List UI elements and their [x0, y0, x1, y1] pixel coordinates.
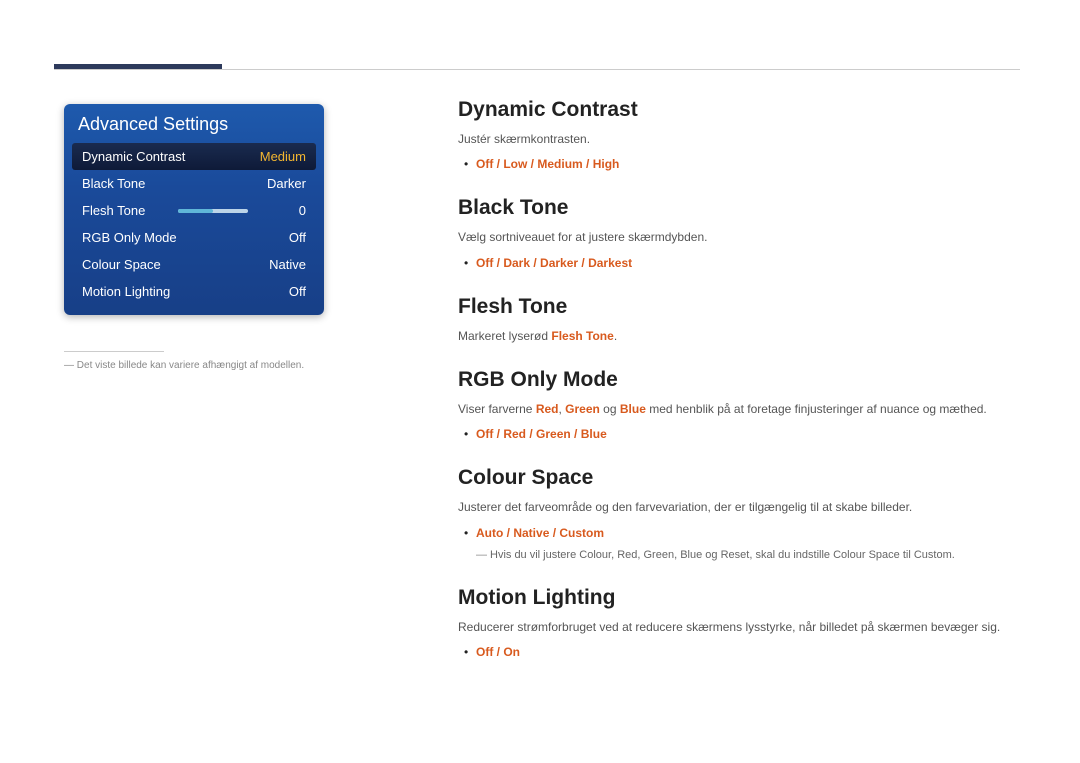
osd-row-label: Colour Space — [82, 257, 256, 272]
section-black-tone: Black Tone Vælg sortniveauet for at just… — [458, 196, 1014, 272]
option-value: Auto — [476, 526, 503, 540]
osd-slider[interactable] — [178, 209, 248, 213]
option-value: Darker — [540, 256, 578, 270]
left-column: Advanced Settings Dynamic ContrastMedium… — [64, 104, 324, 373]
option-separator: / — [578, 256, 588, 270]
section-flesh-tone: Flesh Tone Markeret lyserød Flesh Tone. — [458, 295, 1014, 346]
option-value: Off — [476, 256, 493, 270]
option-value: Off — [476, 427, 493, 441]
option-separator: / — [493, 645, 503, 659]
right-column: Dynamic Contrast Justér skærmkontrasten.… — [458, 98, 1014, 685]
heading-flesh-tone: Flesh Tone — [458, 295, 1014, 319]
option-value: On — [503, 645, 520, 659]
footnote-left: Det viste billede kan variere afhængigt … — [64, 358, 324, 373]
options-black-tone: Off / Dark / Darker / Darkest — [458, 254, 1014, 273]
option-value: Medium — [537, 157, 582, 171]
osd-slider-wrap: 0 — [178, 203, 306, 218]
option-separator: / — [526, 427, 536, 441]
options-colour-space: Auto / Native / Custom — [458, 524, 1014, 543]
option-value: Off — [476, 645, 493, 659]
option-separator: / — [493, 427, 503, 441]
options-dynamic-contrast: Off / Low / Medium / High — [458, 155, 1014, 174]
option-separator: / — [493, 256, 503, 270]
option-value: Red — [503, 427, 526, 441]
osd-row-value: 0 — [256, 203, 306, 218]
osd-row-value: Off — [256, 230, 306, 245]
heading-colour-space: Colour Space — [458, 466, 1014, 490]
osd-row-label: RGB Only Mode — [82, 230, 256, 245]
osd-title: Advanced Settings — [64, 104, 324, 143]
option-value: Native — [513, 526, 549, 540]
heading-rgb-only: RGB Only Mode — [458, 368, 1014, 392]
osd-row-value: Off — [256, 284, 306, 299]
options-rgb-only: Off / Red / Green / Blue — [458, 425, 1014, 444]
osd-row-label: Flesh Tone — [82, 203, 178, 218]
osd-row-value: Darker — [256, 176, 306, 191]
osd-list: Dynamic ContrastMediumBlack ToneDarkerFl… — [64, 143, 324, 315]
option-separator: / — [530, 256, 540, 270]
desc-colour-space: Justerer det farveområde og den farvevar… — [458, 498, 1014, 517]
desc-black-tone: Vælg sortniveauet for at justere skærmdy… — [458, 228, 1014, 247]
note-colour-space: Hvis du vil justere Colour, Red, Green, … — [458, 547, 1014, 565]
option-value: Custom — [559, 526, 604, 540]
osd-row[interactable]: Dynamic ContrastMedium — [72, 143, 316, 170]
option-separator: / — [493, 157, 503, 171]
option-value: Off — [476, 157, 493, 171]
heading-motion-lighting: Motion Lighting — [458, 586, 1014, 610]
header-rule — [54, 69, 1020, 70]
option-value: Blue — [581, 427, 607, 441]
option-separator: / — [549, 526, 559, 540]
osd-row[interactable]: Flesh Tone 0 — [72, 197, 316, 224]
option-value: Darkest — [588, 256, 632, 270]
osd-row[interactable]: Motion LightingOff — [72, 278, 316, 305]
option-value: Low — [503, 157, 527, 171]
option-value: High — [593, 157, 620, 171]
desc-dynamic-contrast: Justér skærmkontrasten. — [458, 130, 1014, 149]
desc-motion-lighting: Reducerer strømforbruget ved at reducere… — [458, 618, 1014, 637]
osd-row-label: Dynamic Contrast — [82, 149, 256, 164]
section-colour-space: Colour Space Justerer det farveområde og… — [458, 466, 1014, 564]
section-dynamic-contrast: Dynamic Contrast Justér skærmkontrasten.… — [458, 98, 1014, 174]
option-separator: / — [527, 157, 537, 171]
osd-row[interactable]: RGB Only ModeOff — [72, 224, 316, 251]
osd-panel: Advanced Settings Dynamic ContrastMedium… — [64, 104, 324, 315]
option-value: Green — [536, 427, 571, 441]
option-separator: / — [503, 526, 513, 540]
section-motion-lighting: Motion Lighting Reducerer strømforbruget… — [458, 586, 1014, 662]
option-separator: / — [571, 427, 581, 441]
osd-row-value: Native — [256, 257, 306, 272]
osd-row[interactable]: Black ToneDarker — [72, 170, 316, 197]
section-rgb-only: RGB Only Mode Viser farverne Red, Green … — [458, 368, 1014, 444]
heading-dynamic-contrast: Dynamic Contrast — [458, 98, 1014, 122]
option-separator: / — [583, 157, 593, 171]
desc-flesh-tone: Markeret lyserød Flesh Tone. — [458, 327, 1014, 346]
osd-row-value: Medium — [256, 149, 306, 164]
osd-row-label: Black Tone — [82, 176, 256, 191]
desc-rgb-only: Viser farverne Red, Green og Blue med he… — [458, 400, 1014, 419]
options-motion-lighting: Off / On — [458, 643, 1014, 662]
osd-row-label: Motion Lighting — [82, 284, 256, 299]
heading-black-tone: Black Tone — [458, 196, 1014, 220]
footnote-separator — [64, 351, 164, 352]
option-value: Dark — [503, 256, 530, 270]
osd-row[interactable]: Colour SpaceNative — [72, 251, 316, 278]
